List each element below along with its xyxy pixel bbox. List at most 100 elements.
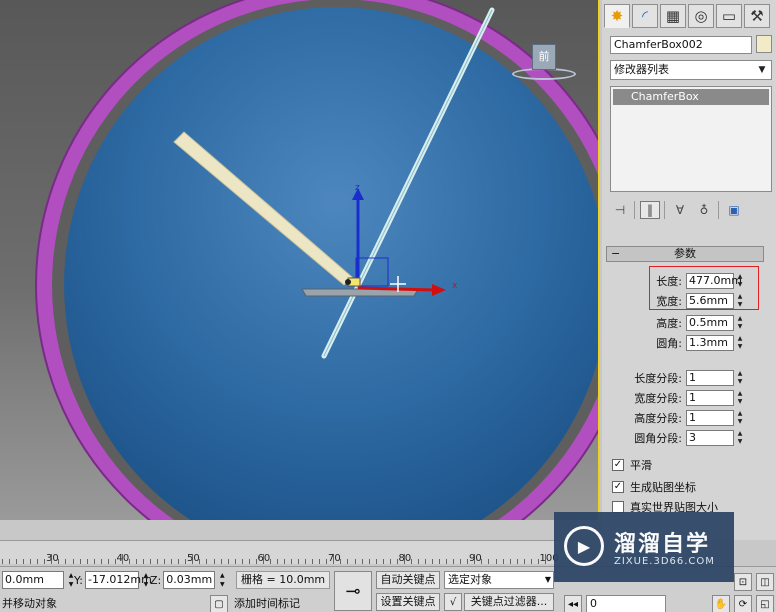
configure-icon: ▣	[728, 203, 740, 217]
rollout-title: 参数	[674, 247, 696, 260]
time-tag-icon[interactable]: ▢	[210, 595, 228, 612]
ruler-tick	[453, 559, 455, 564]
y-coord-field[interactable]: -17.012mm	[84, 571, 152, 589]
display-tab[interactable]: ▭	[716, 4, 742, 28]
panel-tabs: ✸ ◜ ▦ ◎ ▭ ⚒	[602, 4, 776, 30]
length-spinner-field[interactable]: 477.0mm	[686, 273, 742, 289]
smooth-checkbox[interactable]: ✓ 平滑	[612, 456, 772, 474]
ruler-tick	[107, 559, 109, 564]
ruler-tick	[488, 559, 490, 564]
viewport-scene: z x	[35, 0, 598, 520]
modifier-stack[interactable]: ChamferBox	[610, 86, 772, 192]
play-logo-icon: ▶	[564, 526, 604, 566]
maximize-viewport-icon[interactable]: ◱	[756, 595, 774, 612]
stack-item-chamferbox[interactable]: ChamferBox	[613, 89, 769, 105]
key-mode-button[interactable]: ⊸	[334, 571, 372, 611]
timeline-ruler[interactable]: 30 40 50 60 70 80 90 100	[0, 540, 560, 564]
width-spinner-field[interactable]: 5.6mm	[686, 293, 734, 309]
add-time-tag[interactable]: 添加时间标记	[232, 595, 300, 612]
length-segs-field[interactable]: 1	[686, 370, 734, 386]
param-row-length: 长度: 477.0mm ▲ ▼	[606, 272, 776, 290]
ruler-tick	[502, 559, 504, 564]
height-spinner-field[interactable]: 0.5mm	[686, 315, 734, 331]
checkbox-box[interactable]: ✓	[612, 481, 624, 493]
viewcube[interactable]: 前	[512, 44, 576, 84]
x-coord-field[interactable]: 0.0mm	[2, 571, 64, 589]
field-of-view-icon[interactable]: ◫	[756, 573, 774, 591]
remove-modifier-button[interactable]: ♁	[694, 201, 714, 219]
parameters-rollout-header[interactable]: − 参数	[606, 246, 764, 262]
configure-sets-button[interactable]: ▣	[724, 201, 744, 219]
modify-tab[interactable]: ◜	[632, 4, 658, 28]
fillet-spinner-field[interactable]: 1.3mm	[686, 335, 734, 351]
perspective-viewport[interactable]: z x 前	[0, 0, 600, 520]
y-coord: Y: -17.012mm ▲ ▼	[74, 571, 152, 589]
spinner-arrows[interactable]: ▲ ▼	[735, 430, 745, 446]
motion-tab[interactable]: ◎	[688, 4, 714, 28]
ruler-tick	[65, 559, 67, 564]
ruler-tick	[86, 559, 88, 564]
make-unique-button[interactable]: ∀	[670, 201, 690, 219]
create-tab[interactable]: ✸	[604, 4, 630, 28]
ruler-tick-label: 50	[187, 553, 200, 564]
width-segs-field[interactable]: 1	[686, 390, 734, 406]
ruler-tick	[72, 559, 74, 564]
prev-frame-icon[interactable]: ◂◂	[564, 595, 582, 612]
ruler-tick	[135, 559, 137, 564]
spinner-arrows[interactable]: ▲ ▼	[735, 293, 745, 309]
x-coord: 0.0mm ▲ ▼	[2, 571, 76, 589]
seg-row-height: 高度分段: 1 ▲ ▼	[606, 409, 776, 427]
ruler-tick	[425, 559, 426, 564]
spinner-arrows[interactable]: ▲ ▼	[735, 370, 745, 386]
gen-mapping-checkbox[interactable]: ✓ 生成贴图坐标	[612, 478, 772, 496]
seg-row-length: 长度分段: 1 ▲ ▼	[606, 369, 776, 387]
param-label: 圆角:	[656, 337, 682, 350]
z-coord-field[interactable]: 0.03mm	[163, 571, 216, 589]
checkbox-box[interactable]: ✓	[612, 459, 624, 471]
ruler-tick	[93, 559, 95, 564]
prompt-line: 并移动对象	[2, 597, 57, 610]
ruler-tick	[143, 559, 144, 564]
spinner-arrows[interactable]: ▲ ▼	[217, 571, 227, 589]
pin-stack-button[interactable]: ⊣	[610, 201, 630, 219]
ruler-tick-label: 60	[257, 553, 271, 564]
height-segs-field[interactable]: 1	[686, 410, 734, 426]
spinner-arrows[interactable]: ▲ ▼	[735, 273, 745, 289]
grid-size-label: 栅格 = 10.0mm	[236, 571, 330, 589]
current-frame-field[interactable]: 0	[586, 595, 666, 612]
spinner-arrows[interactable]: ▲ ▼	[735, 315, 745, 331]
spinner-arrows[interactable]: ▲ ▼	[735, 410, 745, 426]
set-key-button[interactable]: 设置关键点	[376, 593, 440, 611]
create-icon: ✸	[610, 7, 624, 25]
selected-object-dropdown[interactable]: 选定对象 ▼	[444, 571, 554, 589]
spinner-arrows[interactable]: ▲ ▼	[735, 390, 745, 406]
ruler-tick-label: 80	[398, 553, 412, 564]
utilities-tab[interactable]: ⚒	[744, 4, 770, 28]
end-result-icon: ‖	[647, 203, 653, 217]
modifier-list-dropdown[interactable]: 修改器列表 ▼	[610, 60, 772, 80]
show-end-result-button[interactable]: ‖	[640, 201, 660, 219]
viewcube-front-face[interactable]: 前	[532, 44, 556, 70]
ruler-tick	[368, 559, 370, 564]
ruler-tick	[298, 559, 300, 564]
checkbox-label: 平滑	[630, 459, 652, 472]
ruler-tick	[509, 559, 511, 564]
object-name-field[interactable]: ChamferBox002	[610, 36, 752, 54]
zoom-extents-icon[interactable]: ⊡	[734, 573, 752, 591]
key-filter-curve-icon[interactable]: √	[444, 593, 462, 611]
ruler-tick	[2, 559, 3, 564]
ruler-tick	[389, 559, 391, 564]
ruler-tick	[284, 559, 285, 564]
ruler-tick	[220, 559, 222, 564]
key-filters-button[interactable]: 关键点过滤器...	[464, 593, 554, 611]
ruler-tick	[100, 559, 102, 564]
trash-icon: ♁	[699, 203, 709, 217]
hierarchy-tab[interactable]: ▦	[660, 4, 686, 28]
object-color-swatch[interactable]	[756, 35, 772, 53]
orbit-icon[interactable]: ⟳	[734, 595, 752, 612]
ruler-tick	[354, 559, 356, 564]
auto-key-button[interactable]: 自动关键点	[376, 571, 440, 589]
spinner-arrows[interactable]: ▲ ▼	[735, 335, 745, 351]
fillet-segs-field[interactable]: 3	[686, 430, 734, 446]
pan-icon[interactable]: ✋	[712, 595, 730, 612]
